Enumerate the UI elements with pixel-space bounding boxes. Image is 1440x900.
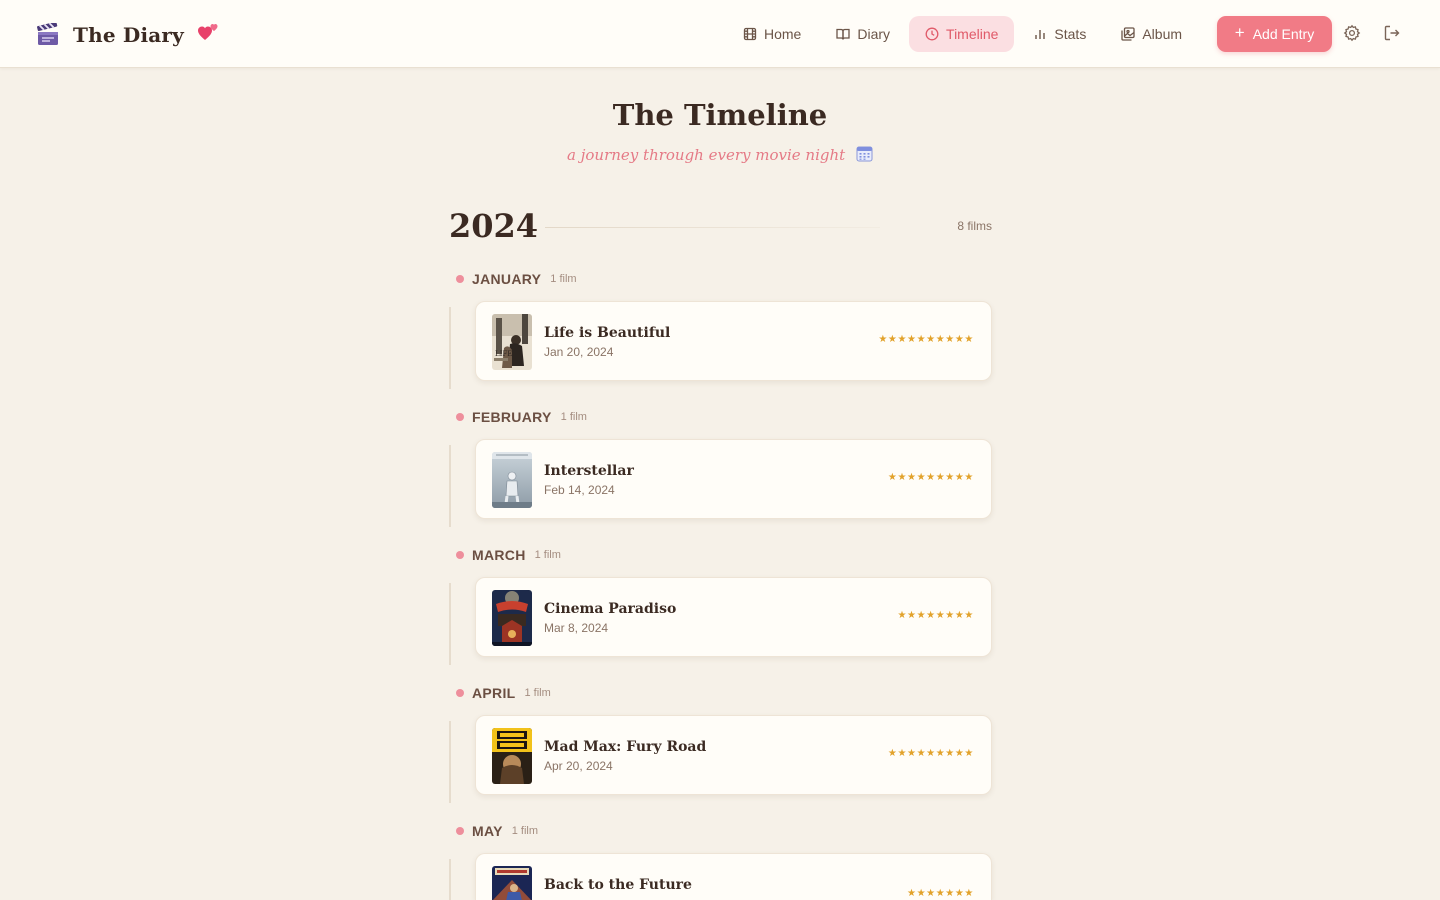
nav-item-album[interactable]: Album (1105, 16, 1198, 52)
film-title: Mad Max: Fury Road (544, 739, 707, 755)
film-title: Interstellar (544, 463, 634, 479)
top-navigation-bar: The Diary Home Diary Timeline Stats Albu… (0, 0, 1440, 68)
film-date: Jan 20, 2024 (544, 345, 614, 359)
film-date: Feb 14, 2024 (544, 483, 615, 497)
month-name: JANUARY (472, 271, 542, 287)
film-card[interactable]: Mad Max: Fury Road Apr 20, 2024 ★★★★★★★★… (475, 715, 992, 795)
bar-chart-icon (1035, 30, 1046, 39)
timeline-rail (449, 859, 451, 900)
film-date: Mar 8, 2024 (544, 621, 609, 635)
month-film-count: 1 film (560, 411, 587, 423)
page-subtitle: a journey through every movie night (0, 145, 1440, 164)
month-film-count: 1 film (534, 549, 561, 561)
star-rating: ★★★★★★★★★★ (878, 334, 974, 345)
month-name: FEBRUARY (472, 409, 552, 425)
star-rating: ★★★★★★★★★ (887, 472, 974, 483)
month-header: APRIL 1 film (449, 683, 551, 703)
brand[interactable]: The Diary (36, 20, 220, 50)
svg-text:LIFE: LIFE (495, 350, 512, 358)
gear-icon[interactable] (1343, 24, 1361, 42)
star-rating: ★★★★★★★ (907, 888, 974, 899)
film-poster: LIFE (492, 314, 532, 370)
calendar-icon (856, 146, 873, 162)
film-title: Life is Beautiful (544, 325, 671, 341)
plus-icon: + (1234, 23, 1245, 42)
timeline-rail (449, 307, 451, 389)
film-title: Cinema Paradiso (544, 601, 677, 617)
film-poster (492, 452, 532, 508)
logout-icon[interactable] (1383, 24, 1401, 42)
timeline-rail (449, 445, 451, 527)
year-heading: 2024 (449, 207, 539, 245)
month-dot (456, 689, 464, 697)
film-card[interactable]: Interstellar Feb 14, 2024 ★★★★★★★★★ (475, 439, 992, 519)
timeline-rail (449, 721, 451, 803)
nav-label-diary: Diary (857, 26, 891, 42)
timeline-rail (449, 583, 451, 665)
nav-item-timeline[interactable]: Timeline (909, 16, 1015, 52)
book-icon (836, 28, 851, 40)
main-nav: Home Diary Timeline Stats Album (727, 16, 1201, 52)
nav-label-stats: Stats (1054, 26, 1087, 42)
month-film-count: 1 film (550, 273, 577, 285)
film-poster (492, 866, 532, 900)
month-dot (456, 551, 464, 559)
year-film-count: 8 films (957, 219, 992, 233)
month-dot (456, 413, 464, 421)
clock-icon (925, 27, 939, 41)
month-header: MAY 1 film (449, 821, 538, 841)
brand-name: The Diary (73, 23, 184, 47)
month-header: FEBRUARY 1 film (449, 407, 587, 427)
star-rating: ★★★★★★★★ (897, 610, 974, 621)
nav-item-stats[interactable]: Stats (1017, 16, 1102, 52)
film-card[interactable]: LIFE Life is Beautiful Jan 20, 2024 ★★★★… (475, 301, 992, 381)
film-poster (492, 728, 532, 784)
film-poster (492, 590, 532, 646)
film-date: Apr 20, 2024 (544, 759, 613, 773)
add-entry-button[interactable]: + Add Entry (1217, 16, 1332, 52)
film-card[interactable]: Back to the Future ★★★★★★★ (475, 853, 992, 900)
nav-label-timeline: Timeline (946, 26, 999, 42)
month-name: MARCH (472, 547, 526, 563)
film-icon (743, 27, 757, 41)
month-header: MARCH 1 film (449, 545, 561, 565)
add-entry-label: Add Entry (1252, 26, 1315, 42)
month-name: MAY (472, 823, 503, 839)
nav-label-home: Home (764, 26, 802, 42)
nav-item-home[interactable]: Home (727, 16, 817, 52)
month-film-count: 1 film (511, 825, 539, 837)
year-divider (545, 227, 880, 228)
photo-album-icon (1121, 27, 1135, 41)
nav-label-album: Album (1142, 26, 1183, 42)
subtitle-text: a journey through every movie night (567, 146, 846, 164)
film-card[interactable]: Cinema Paradiso Mar 8, 2024 ★★★★★★★★ (475, 577, 992, 657)
star-rating: ★★★★★★★★★ (887, 748, 974, 759)
two-hearts-icon (197, 24, 218, 40)
month-header: JANUARY 1 film (449, 269, 577, 289)
month-name: APRIL (472, 685, 516, 701)
film-title: Back to the Future (544, 877, 692, 893)
month-film-count: 1 film (524, 687, 551, 699)
nav-item-diary[interactable]: Diary (820, 16, 906, 52)
month-dot (456, 827, 464, 835)
page-title: The Timeline (612, 98, 828, 132)
month-dot (456, 275, 464, 283)
clapperboard-icon (37, 23, 58, 45)
